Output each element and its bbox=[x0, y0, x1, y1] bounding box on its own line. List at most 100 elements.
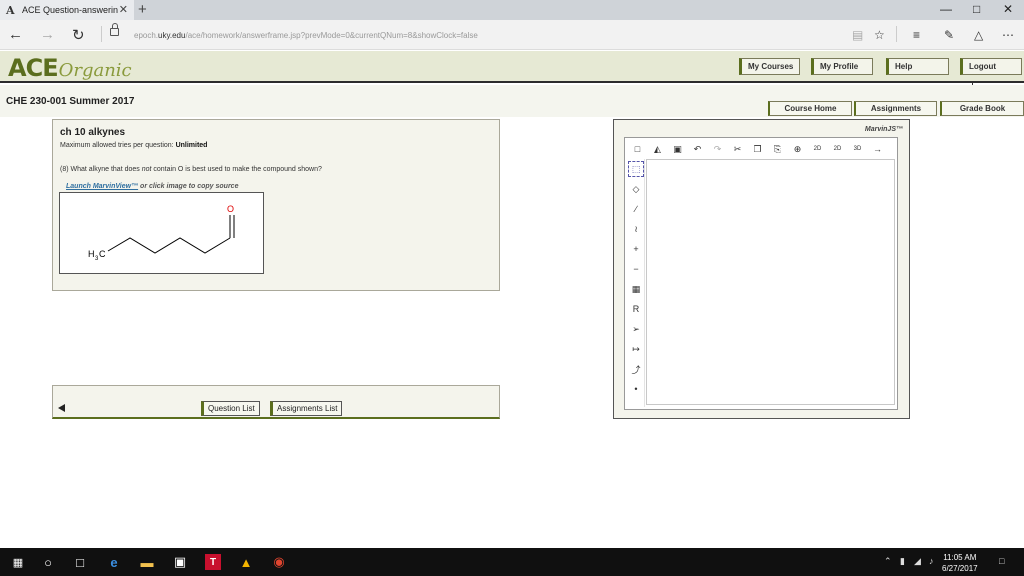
browser-tab[interactable]: A ACE Question-answerin ✕ bbox=[0, 0, 134, 20]
course-bar: CHE 230-001 Summer 2017 Course Home Assi… bbox=[0, 85, 1024, 117]
refresh-icon[interactable]: ↻ bbox=[72, 26, 85, 44]
tries-value: Unlimited bbox=[175, 142, 208, 149]
address-bar: ← → ↻ epoch.uky.edu/ace/homework/answerf… bbox=[0, 20, 1024, 50]
question-text-part: (8) What alkyne that does bbox=[60, 166, 142, 173]
network-icon[interactable]: ◢ bbox=[914, 556, 921, 567]
bond-tool-icon[interactable]: ∕ bbox=[628, 201, 644, 217]
redo-icon[interactable]: ↷ bbox=[709, 142, 726, 157]
open-folder-icon[interactable]: ◭ bbox=[649, 142, 666, 157]
back-icon[interactable]: ← bbox=[8, 26, 23, 43]
paste-icon[interactable]: ⎘ bbox=[769, 142, 786, 157]
reading-view-icon[interactable]: ▤ bbox=[852, 28, 863, 42]
file-explorer-icon[interactable]: ▬ bbox=[139, 554, 155, 570]
new-document-icon[interactable]: □ bbox=[629, 142, 646, 157]
clean-2d-icon[interactable]: 2D bbox=[809, 142, 826, 157]
battery-icon[interactable]: ▮ bbox=[900, 556, 905, 567]
clock-time: 11:05 AM bbox=[943, 553, 977, 562]
lock-icon bbox=[110, 23, 119, 36]
tray-chevron-icon[interactable]: ⌃ bbox=[884, 556, 892, 567]
volume-icon[interactable]: ♪ bbox=[929, 556, 934, 566]
course-title: CHE 230-001 Summer 2017 bbox=[6, 96, 135, 107]
taskbar: ▦ ○ □ e ▬ ▣ T ▲ ◉ ⌃ ▮ ◢ ♪ 11:05 AM 6/27/… bbox=[0, 548, 1024, 576]
marvin-title: MarvinJS™ bbox=[864, 126, 903, 133]
restore-icon[interactable]: □ bbox=[973, 2, 980, 16]
tab-title: ACE Question-answerin bbox=[22, 5, 119, 15]
assignments-list-button[interactable]: Assignments List bbox=[270, 401, 343, 416]
curved-arrow-icon[interactable]: ⤴ bbox=[628, 361, 644, 377]
windows-start-icon[interactable]: ▦ bbox=[10, 554, 26, 570]
electron-dot-icon[interactable]: • bbox=[628, 381, 644, 397]
share-icon[interactable]: △ bbox=[974, 28, 983, 42]
undo-icon[interactable]: ↶ bbox=[689, 142, 706, 157]
atom-tool-icon[interactable]: ▦ bbox=[628, 281, 644, 297]
question-set-title: ch 10 alkynes bbox=[60, 127, 126, 138]
question-text: (8) What alkyne that does not contain O … bbox=[60, 166, 322, 173]
zoom-icon[interactable]: ⊕ bbox=[789, 142, 806, 157]
eraser-tool-icon[interactable]: ◇ bbox=[628, 181, 644, 197]
question-list-button[interactable]: Question List bbox=[201, 401, 260, 416]
url-host: uky.edu bbox=[158, 31, 186, 40]
tries-label: Maximum allowed tries per question: bbox=[60, 142, 174, 149]
reaction-arrow-tool-icon[interactable]: ↦ bbox=[628, 341, 644, 357]
cut-icon[interactable]: ✂ bbox=[729, 142, 746, 157]
save-icon[interactable]: ▣ bbox=[669, 142, 686, 157]
divider bbox=[896, 26, 897, 42]
my-courses-button[interactable]: My Courses bbox=[739, 58, 800, 75]
chrome-icon[interactable]: ◉ bbox=[271, 554, 287, 570]
previous-arrow-icon[interactable] bbox=[58, 404, 65, 412]
increase-charge-icon[interactable]: + bbox=[628, 241, 644, 257]
launch-suffix: or click image to copy source bbox=[138, 183, 239, 190]
drawing-canvas[interactable] bbox=[646, 159, 895, 405]
logo-sub: Organic bbox=[58, 60, 132, 81]
google-drive-icon[interactable]: ▲ bbox=[238, 554, 254, 570]
r-group-icon[interactable]: R bbox=[628, 301, 644, 317]
notifications-icon[interactable]: □ bbox=[999, 556, 1004, 566]
launch-line: Launch MarvinView™ or click image to cop… bbox=[66, 183, 238, 190]
clean-2d-alt-icon[interactable]: 2D bbox=[829, 142, 846, 157]
carbon-chain bbox=[107, 237, 231, 254]
clock-date: 6/27/2017 bbox=[942, 564, 978, 573]
favorite-star-icon[interactable]: ☆ bbox=[874, 28, 885, 42]
cortana-icon[interactable]: ○ bbox=[40, 554, 56, 570]
reaction-arrow-icon[interactable]: → bbox=[869, 142, 886, 157]
question-text-part: contain O is best used to make the compo… bbox=[151, 166, 322, 173]
launch-marvinview-link[interactable]: Launch MarvinView™ bbox=[66, 183, 138, 190]
clean-3d-icon[interactable]: 3D bbox=[849, 142, 866, 157]
molecule-structure: H 3 C O bbox=[88, 204, 235, 262]
edge-icon[interactable]: e bbox=[106, 554, 122, 570]
tab-grade-book[interactable]: Grade Book bbox=[940, 101, 1024, 116]
system-clock[interactable]: 11:05 AM 6/27/2017 bbox=[942, 552, 978, 574]
question-nav-panel: Question List Assignments List bbox=[52, 385, 500, 419]
new-tab-button[interactable]: + bbox=[138, 1, 147, 18]
ace-favicon-icon: A bbox=[6, 3, 15, 17]
select-tool-icon[interactable]: ⬚ bbox=[628, 161, 644, 177]
logout-button[interactable]: Logout bbox=[960, 58, 1022, 75]
methyl-label-h: H bbox=[88, 249, 95, 259]
more-icon[interactable]: ⋯ bbox=[1002, 28, 1014, 42]
task-view-icon[interactable]: □ bbox=[72, 554, 88, 570]
app-t-icon[interactable]: T bbox=[205, 554, 221, 570]
web-note-icon[interactable]: ✎ bbox=[944, 28, 954, 42]
chain-tool-icon[interactable]: ≀ bbox=[628, 221, 644, 237]
url-prefix: epoch. bbox=[134, 31, 159, 40]
close-tab-icon[interactable]: ✕ bbox=[119, 3, 128, 16]
forward-icon[interactable]: → bbox=[40, 26, 55, 43]
close-window-icon[interactable]: ✕ bbox=[1003, 2, 1013, 16]
tab-assignments[interactable]: Assignments bbox=[854, 101, 937, 116]
question-text-emphasis: not bbox=[141, 166, 152, 173]
decrease-charge-icon[interactable]: − bbox=[628, 261, 644, 277]
copy-icon[interactable]: ❐ bbox=[749, 142, 766, 157]
molecule-image[interactable]: H 3 C O bbox=[59, 192, 264, 274]
marvin-toolbar: □ ◭ ▣ ↶ ↷ ✂ ❐ ⎘ ⊕ 2D 2D 3D → bbox=[627, 140, 897, 158]
tries-info: Maximum allowed tries per question: Unli… bbox=[60, 142, 207, 149]
hub-icon[interactable]: ≡ bbox=[913, 28, 920, 42]
minimize-icon[interactable]: — bbox=[940, 2, 952, 16]
store-icon[interactable]: ▣ bbox=[172, 554, 188, 570]
my-profile-button[interactable]: My Profile bbox=[811, 58, 873, 75]
site-header: ACEOrganic My Courses My Profile Help Lo… bbox=[0, 51, 1024, 83]
url-field[interactable]: epoch.uky.edu/ace/homework/answerframe.j… bbox=[134, 31, 478, 40]
attachment-icon[interactable]: ➢ bbox=[628, 321, 644, 337]
tab-course-home[interactable]: Course Home bbox=[768, 101, 852, 116]
ace-organic-logo[interactable]: ACEOrganic bbox=[8, 54, 132, 82]
help-button[interactable]: Help bbox=[886, 58, 949, 75]
